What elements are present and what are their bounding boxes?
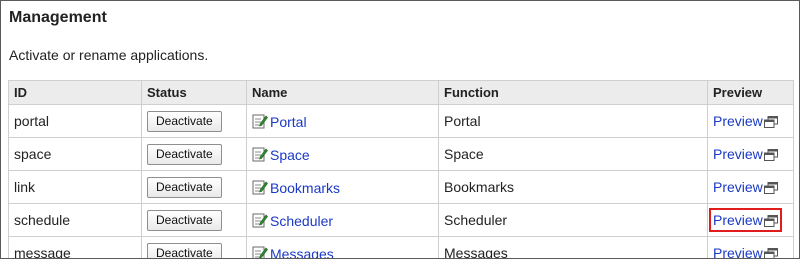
app-name-link[interactable]: Bookmarks <box>270 180 340 196</box>
status-cell: Deactivate <box>141 170 247 204</box>
preview-cell: Preview <box>707 137 794 171</box>
column-header-preview: Preview <box>707 80 794 105</box>
function-cell: Bookmarks <box>438 170 708 204</box>
preview-cell: Preview <box>707 203 794 237</box>
column-header-name: Name <box>246 80 439 105</box>
preview-link[interactable]: Preview <box>713 146 763 162</box>
preview-cell: Preview <box>707 170 794 204</box>
table-row: message Deactivate Messages Messages Pre… <box>8 236 794 259</box>
page-description: Activate or rename applications. <box>9 47 209 63</box>
deactivate-button[interactable]: Deactivate <box>147 176 222 198</box>
app-id-cell: link <box>8 170 142 204</box>
open-window-icon <box>763 182 778 194</box>
app-name-link[interactable]: Portal <box>270 114 307 130</box>
edit-icon[interactable] <box>252 245 268 259</box>
app-function: Portal <box>444 113 481 129</box>
applications-table: ID Status Name Function Preview portal D… <box>8 80 794 259</box>
function-cell: Scheduler <box>438 203 708 237</box>
preview-link[interactable]: Preview <box>713 113 763 129</box>
function-cell: Portal <box>438 104 708 138</box>
app-function: Bookmarks <box>444 179 515 195</box>
preview-link-wrap: Preview <box>713 146 778 162</box>
open-window-icon <box>763 149 778 161</box>
edit-icon[interactable] <box>252 113 268 129</box>
preview-link[interactable]: Preview <box>713 179 763 195</box>
edit-icon[interactable] <box>252 212 268 228</box>
app-id: schedule <box>14 212 71 228</box>
app-name-link[interactable]: Messages <box>270 246 334 259</box>
column-header-id: ID <box>8 80 142 105</box>
app-id-cell: space <box>8 137 142 171</box>
preview-link[interactable]: Preview <box>713 245 763 258</box>
open-window-icon <box>763 215 778 227</box>
edit-icon[interactable] <box>252 179 268 195</box>
name-cell: Scheduler <box>246 203 439 237</box>
app-id-cell: schedule <box>8 203 142 237</box>
column-header-status: Status <box>141 80 247 105</box>
preview-link-wrap: Preview <box>713 179 778 195</box>
function-cell: Messages <box>438 236 708 259</box>
edit-icon[interactable] <box>252 146 268 162</box>
deactivate-button[interactable]: Deactivate <box>147 242 222 258</box>
name-cell: Bookmarks <box>246 170 439 204</box>
preview-link-wrap: Preview <box>713 245 778 258</box>
app-id: link <box>14 179 36 195</box>
management-panel: Management Activate or rename applicatio… <box>0 0 800 259</box>
column-header-function: Function <box>438 80 708 105</box>
status-cell: Deactivate <box>141 203 247 237</box>
status-cell: Deactivate <box>141 137 247 171</box>
app-id: message <box>14 245 71 259</box>
deactivate-button[interactable]: Deactivate <box>147 110 222 132</box>
app-id-cell: message <box>8 236 142 259</box>
app-function: Scheduler <box>444 212 508 228</box>
open-window-icon <box>763 248 778 258</box>
name-cell: Messages <box>246 236 439 259</box>
app-name-link[interactable]: Scheduler <box>270 213 333 229</box>
deactivate-button[interactable]: Deactivate <box>147 143 222 165</box>
preview-cell: Preview <box>707 104 794 138</box>
table-header-row: ID Status Name Function Preview <box>8 80 794 105</box>
app-id: portal <box>14 113 50 129</box>
name-cell: Portal <box>246 104 439 138</box>
status-cell: Deactivate <box>141 236 247 258</box>
preview-link-wrap: Preview <box>713 113 778 129</box>
table-row: portal Deactivate Portal Portal Preview <box>8 104 794 138</box>
table-row: schedule Deactivate Scheduler Scheduler … <box>8 203 794 237</box>
app-function: Messages <box>444 245 508 259</box>
preview-link[interactable]: Preview <box>713 212 763 228</box>
function-cell: Space <box>438 137 708 171</box>
status-cell: Deactivate <box>141 104 247 138</box>
app-function: Space <box>444 146 484 162</box>
app-id: space <box>14 146 52 162</box>
app-id-cell: portal <box>8 104 142 138</box>
app-name-link[interactable]: Space <box>270 147 310 163</box>
table-row: link Deactivate Bookmarks Bookmarks Prev… <box>8 170 794 204</box>
preview-link-wrap: Preview <box>709 208 782 232</box>
preview-cell: Preview <box>707 236 794 258</box>
open-window-icon <box>763 116 778 128</box>
table-row: space Deactivate Space Space Preview <box>8 137 794 171</box>
name-cell: Space <box>246 137 439 171</box>
deactivate-button[interactable]: Deactivate <box>147 209 222 231</box>
page-title: Management <box>9 9 107 26</box>
